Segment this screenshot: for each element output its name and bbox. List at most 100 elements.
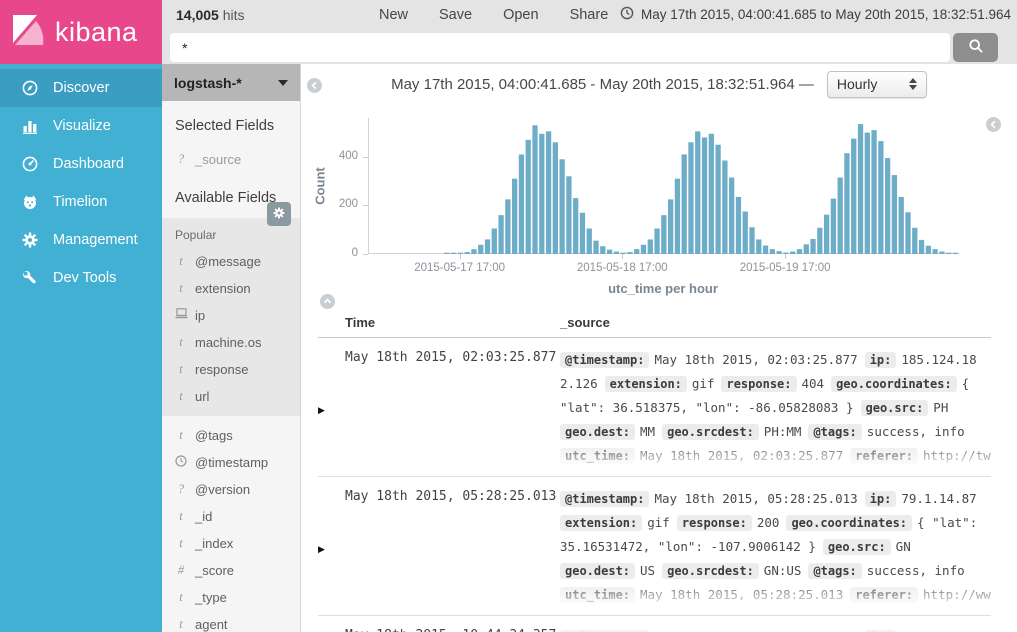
field-url[interactable]: turl bbox=[162, 383, 300, 410]
index-pattern-selector[interactable]: logstash-* bbox=[162, 64, 300, 101]
brand-name: kibana bbox=[55, 17, 138, 48]
field-value: May 18th 2015, 02:03:25.877 bbox=[654, 352, 857, 367]
expand-row-button[interactable]: ▶ bbox=[318, 348, 345, 468]
field-machine-os[interactable]: t machine.os bbox=[162, 329, 300, 356]
expand-row-button[interactable]: ▶ bbox=[318, 626, 345, 632]
field-message[interactable]: t@message bbox=[162, 248, 300, 275]
field-name: machine.os bbox=[195, 335, 261, 350]
fields-sidebar: logstash-* Selected Fields ?_source Avai… bbox=[162, 64, 301, 632]
field-ip[interactable]: ip bbox=[162, 302, 300, 329]
field-key-badge: response: bbox=[721, 376, 796, 392]
field-value: MM bbox=[640, 424, 655, 439]
field-settings-button[interactable] bbox=[267, 202, 291, 226]
unknown-field-icon: ? bbox=[175, 482, 187, 497]
field-index[interactable]: t_index bbox=[162, 530, 300, 557]
field-key-badge: extension: bbox=[560, 515, 642, 531]
sidebar-item-management[interactable]: Management bbox=[0, 221, 162, 259]
ip-field-icon bbox=[175, 308, 187, 323]
select-arrows-icon bbox=[909, 78, 917, 90]
kibana-logo[interactable]: kibana bbox=[0, 0, 162, 64]
field-response[interactable]: tresponse bbox=[162, 356, 300, 383]
sidebar-item-dev-tools[interactable]: Dev Tools bbox=[0, 259, 162, 297]
y-tick-mark bbox=[363, 157, 368, 158]
histogram-plot[interactable] bbox=[368, 118, 959, 254]
doc-source: @timestamp:May 18th 2015, 05:28:25.013ip… bbox=[560, 487, 991, 607]
x-tick-label: 2015-05-18 17:00 bbox=[577, 262, 668, 274]
search-input[interactable] bbox=[170, 33, 950, 62]
field-key-badge: geo.srcdest: bbox=[662, 563, 759, 579]
menu-item-open[interactable]: Open bbox=[503, 7, 538, 23]
sidebar-item-dashboard[interactable]: Dashboard bbox=[0, 145, 162, 183]
field-key-badge: ip: bbox=[865, 491, 897, 507]
field-value: PH:MM bbox=[764, 424, 802, 439]
menu-item-new[interactable]: New bbox=[379, 7, 408, 23]
doc-source: @timestamp:May 18th 2015, 02:03:25.877ip… bbox=[560, 348, 991, 468]
text-field-icon: t bbox=[175, 389, 187, 404]
doc-time: May 18th 2015, 05:28:25.013 bbox=[345, 487, 560, 607]
field-timestamp[interactable]: @timestamp bbox=[162, 449, 300, 476]
field-key-badge: utc_time: bbox=[560, 448, 635, 464]
search-button[interactable] bbox=[953, 33, 998, 62]
chart-collapse-top-button[interactable] bbox=[320, 294, 335, 309]
compass-icon bbox=[21, 79, 39, 97]
search-bar bbox=[162, 30, 1017, 65]
field-score[interactable]: #_score bbox=[162, 557, 300, 584]
field-value: success, info bbox=[867, 424, 965, 439]
y-tick-mark bbox=[363, 254, 368, 255]
x-tick-mark bbox=[622, 254, 623, 259]
field-value: May 18th 2015, 05:28:25.013 bbox=[654, 491, 857, 506]
expand-row-button[interactable]: ▶ bbox=[318, 487, 345, 607]
field-tags[interactable]: t@tags bbox=[162, 422, 300, 449]
chart-collapse-left-button[interactable] bbox=[307, 78, 322, 93]
menu-item-share[interactable]: Share bbox=[570, 7, 609, 23]
field-name: url bbox=[195, 389, 209, 404]
x-tick-label: 2015-05-17 17:00 bbox=[414, 262, 505, 274]
field-key-badge: geo.coordinates: bbox=[831, 376, 957, 392]
wrench-icon bbox=[21, 269, 39, 287]
bar-chart-icon bbox=[21, 117, 39, 135]
chart-time-range: May 17th 2015, 04:00:41.685 - May 20th 2… bbox=[391, 76, 814, 93]
field-name: @version bbox=[195, 482, 250, 497]
popular-fields-list: t@messagetextensionip t machine.os trespons… bbox=[162, 248, 300, 410]
text-field-icon: t bbox=[175, 536, 187, 551]
index-pattern-name: logstash-* bbox=[174, 75, 242, 91]
x-axis-label: utc_time per hour bbox=[608, 281, 718, 296]
field-value: gif bbox=[647, 515, 670, 530]
field-value: 404 bbox=[802, 376, 825, 391]
field-key-badge: response: bbox=[677, 515, 752, 531]
field-value: PH bbox=[933, 400, 948, 415]
field-version[interactable]: ? @version bbox=[162, 476, 300, 503]
interval-select[interactable]: Hourly bbox=[827, 71, 927, 98]
table-row: ▶ May 18th 2015, 02:03:25.877 @timestamp: M… bbox=[318, 338, 991, 477]
table-header-row: Time _source bbox=[318, 308, 991, 338]
sidebar-item-discover[interactable]: Discover bbox=[0, 69, 162, 107]
field-value: gif bbox=[692, 376, 715, 391]
field-key-badge: referer: bbox=[850, 448, 918, 464]
field-key-badge: @timestamp: bbox=[560, 352, 649, 368]
field-source[interactable]: ?_source bbox=[162, 146, 300, 173]
text-field-icon: t bbox=[175, 335, 187, 350]
field-name: _type bbox=[195, 590, 227, 605]
chart-collapse-right-button[interactable] bbox=[986, 117, 1001, 132]
field-agent[interactable]: tagent bbox=[162, 611, 300, 632]
text-field-icon: t bbox=[175, 617, 187, 632]
chevron-down-icon bbox=[278, 80, 288, 86]
x-tick-label: 2015-05-19 17:00 bbox=[740, 262, 831, 274]
field-type[interactable]: t_type bbox=[162, 584, 300, 611]
available-fields-list: t@tags@timestamp? @version t_idt_index#_sc… bbox=[162, 422, 300, 632]
field-id[interactable]: t_id bbox=[162, 503, 300, 530]
sidebar-item-timelion[interactable]: Timelion bbox=[0, 183, 162, 221]
time-range-picker[interactable]: May 17th 2015, 04:00:41.685 to May 20th … bbox=[620, 6, 1011, 23]
number-field-icon: # bbox=[175, 563, 187, 578]
sidebar-item-visualize[interactable]: Visualize bbox=[0, 107, 162, 145]
chevron-up-icon bbox=[323, 294, 332, 309]
text-field-icon: t bbox=[175, 281, 187, 296]
clock-icon bbox=[620, 6, 634, 23]
histogram-chart[interactable]: Count utc_time per hour 02004002015-05-1… bbox=[301, 104, 1017, 300]
field-key-badge: extension: bbox=[605, 376, 687, 392]
text-field-icon: t bbox=[175, 509, 187, 524]
field-value: GN:US bbox=[764, 563, 802, 578]
field-key-badge: @tags: bbox=[808, 563, 861, 579]
menu-item-save[interactable]: Save bbox=[439, 7, 472, 23]
field-extension[interactable]: textension bbox=[162, 275, 300, 302]
